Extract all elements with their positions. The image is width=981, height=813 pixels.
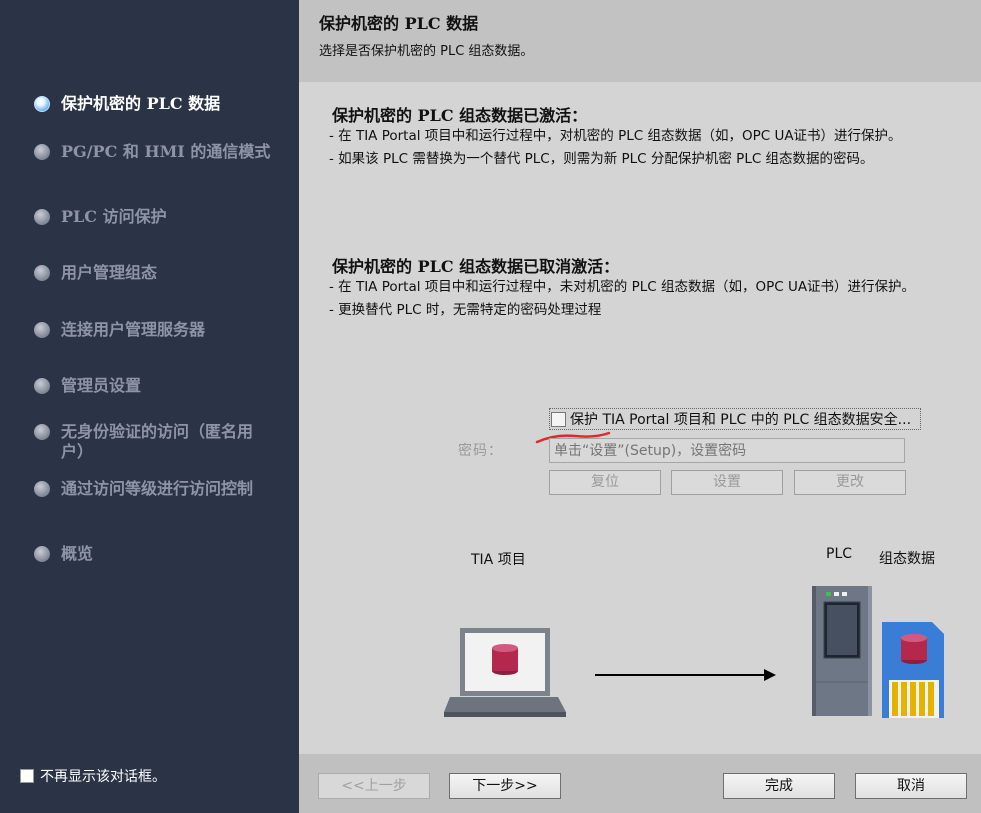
protect-checkbox-label: 保护 TIA Portal 项目和 PLC 中的 PLC 组态数据安全... <box>570 412 912 428</box>
wizard-footer: <<上一步 下一步>> 完成 取消 <box>299 754 981 813</box>
inactive-title: 保护机密的 PLC 组态数据已取消激活： <box>332 257 620 276</box>
protection-diagram: TIA 项目 PLC 组态数据 <box>299 522 981 754</box>
finish-button[interactable]: 完成 <box>723 773 835 799</box>
arrow-icon <box>595 669 776 681</box>
dont-show-label: 不再显示该对话框。 <box>40 769 166 785</box>
step-bullet-icon <box>34 322 50 338</box>
dont-show-again[interactable]: 不再显示该对话框。 <box>20 766 166 786</box>
password-input[interactable] <box>549 438 905 463</box>
step-label: 用户管理组态 <box>61 263 158 282</box>
step-user-management-config[interactable]: 用户管理组态 <box>34 263 274 283</box>
plc-device-icon <box>812 586 872 716</box>
step-anonymous-access[interactable]: 无身份验证的访问（匿名用户） <box>34 422 274 462</box>
inactive-line-1: - 在 TIA Portal 项目中和运行过程中，未对机密的 PLC 组态数据（… <box>329 279 916 295</box>
step-bullet-icon <box>34 481 50 497</box>
step-bullet-icon <box>34 546 50 562</box>
cancel-button[interactable]: 取消 <box>855 773 967 799</box>
step-bullet-active-icon <box>34 96 50 112</box>
step-label: PLC 访问保护 <box>61 207 167 226</box>
laptop-icon <box>444 628 566 717</box>
page-header: 保护机密的 PLC 数据 选择是否保护机密的 PLC 组态数据。 <box>299 0 981 82</box>
step-bullet-icon <box>34 424 50 440</box>
protect-config-data-option[interactable]: 保护 TIA Portal 项目和 PLC 中的 PLC 组态数据安全... <box>549 408 921 430</box>
step-protect-confidential-data[interactable]: 保护机密的 PLC 数据 <box>34 94 274 114</box>
step-bullet-icon <box>34 378 50 394</box>
step-access-levels[interactable]: 通过访问等级进行访问控制 <box>34 479 274 499</box>
inactive-line-2: - 更换替代 PLC 时，无需特定的密码处理过程 <box>329 302 602 318</box>
next-button[interactable]: 下一步>> <box>449 773 561 799</box>
active-line-1: - 在 TIA Portal 项目中和运行过程中，对机密的 PLC 组态数据（如… <box>329 128 902 144</box>
step-label: 保护机密的 PLC 数据 <box>61 94 221 113</box>
step-bullet-icon <box>34 265 50 281</box>
step-label: PG/PC 和 HMI 的通信模式 <box>61 142 271 161</box>
plc-label: PLC <box>826 546 853 562</box>
config-data-card-icon <box>882 622 944 718</box>
reset-button[interactable]: 复位 <box>549 470 661 495</box>
security-wizard-dialog: 保护机密的 PLC 数据 PG/PC 和 HMI 的通信模式 PLC 访问保护 … <box>0 0 981 813</box>
wizard-content: 保护机密的 PLC 组态数据已激活： - 在 TIA Portal 项目中和运行… <box>299 82 981 754</box>
wizard-sidebar: 保护机密的 PLC 数据 PG/PC 和 HMI 的通信模式 PLC 访问保护 … <box>0 0 299 813</box>
set-button[interactable]: 设置 <box>671 470 783 495</box>
previous-button[interactable]: <<上一步 <box>318 773 430 799</box>
step-admin-settings[interactable]: 管理员设置 <box>34 376 274 396</box>
page-subtitle: 选择是否保护机密的 PLC 组态数据。 <box>319 44 534 59</box>
active-title: 保护机密的 PLC 组态数据已激活： <box>332 106 588 125</box>
step-overview[interactable]: 概览 <box>34 544 274 564</box>
password-label: 密码： <box>458 443 503 459</box>
inactive-description: 保护机密的 PLC 组态数据已取消激活： - 在 TIA Portal 项目中和… <box>329 257 969 319</box>
step-label: 连接用户管理服务器 <box>61 320 206 339</box>
step-label: 概览 <box>61 544 94 563</box>
page-title: 保护机密的 PLC 数据 <box>319 14 479 33</box>
tia-project-label: TIA 项目 <box>471 552 526 568</box>
step-plc-access-protection[interactable]: PLC 访问保护 <box>34 207 274 227</box>
step-connect-um-server[interactable]: 连接用户管理服务器 <box>34 320 274 340</box>
active-line-2: - 如果该 PLC 需替换为一个替代 PLC，则需为新 PLC 分配保护机密 P… <box>329 151 874 167</box>
dont-show-checkbox[interactable] <box>20 769 34 783</box>
step-label: 通过访问等级进行访问控制 <box>61 479 254 498</box>
step-label: 无身份验证的访问（匿名用户） <box>61 422 254 461</box>
step-bullet-icon <box>34 144 50 160</box>
step-label: 管理员设置 <box>61 376 142 395</box>
step-bullet-icon <box>34 209 50 225</box>
config-data-label: 组态数据 <box>879 551 935 567</box>
change-button[interactable]: 更改 <box>794 470 906 495</box>
active-description: 保护机密的 PLC 组态数据已激活： - 在 TIA Portal 项目中和运行… <box>329 106 969 168</box>
protect-checkbox[interactable] <box>551 411 566 427</box>
step-communication-mode[interactable]: PG/PC 和 HMI 的通信模式 <box>34 142 274 162</box>
